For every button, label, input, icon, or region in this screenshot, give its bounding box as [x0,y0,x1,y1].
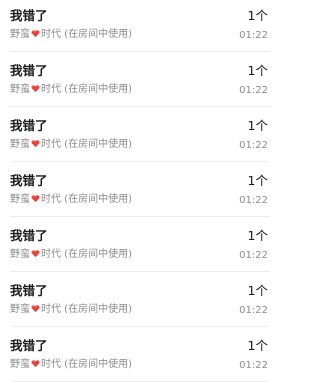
item-subtitle: 野蛮 时代 (在房间中使用) [10,359,132,371]
item-title: 我错了 [10,8,48,23]
item-name-suffix: 时代 (在房间中使用) [41,194,132,205]
item-name-suffix: 时代 (在房间中使用) [41,304,132,315]
item-time: 01:22 [239,360,268,371]
list-item[interactable]: 我错了 1个 野蛮 时代 (在房间中使用) 01:22 [0,52,270,107]
item-name-prefix: 野蛮 [10,249,30,260]
item-name-suffix: 时代 (在房间中使用) [41,359,132,370]
item-title: 我错了 [10,173,48,188]
item-count: 1个 [247,8,268,23]
list-item[interactable]: 我错了 1个 野蛮 时代 (在房间中使用) 01:22 [0,217,270,272]
item-name-suffix: 时代 (在房间中使用) [41,29,132,40]
heart-icon [31,85,40,93]
item-count: 1个 [247,338,268,353]
item-name-prefix: 野蛮 [10,359,30,370]
item-name-suffix: 时代 (在房间中使用) [41,249,132,260]
item-name-suffix: 时代 (在房间中使用) [41,84,132,95]
item-title: 我错了 [10,338,48,353]
item-subtitle: 野蛮 时代 (在房间中使用) [10,249,132,261]
item-time: 01:22 [239,195,268,206]
item-count: 1个 [247,228,268,243]
list-item[interactable]: 我错了 1个 野蛮 时代 (在房间中使用) 01:22 [0,327,270,382]
item-name-prefix: 野蛮 [10,139,30,150]
item-name-prefix: 野蛮 [10,29,30,40]
heart-icon [31,195,40,203]
item-title: 我错了 [10,283,48,298]
item-subtitle: 野蛮 时代 (在房间中使用) [10,194,132,206]
item-name-suffix: 时代 (在房间中使用) [41,139,132,150]
item-title: 我错了 [10,63,48,78]
item-count: 1个 [247,173,268,188]
item-subtitle: 野蛮 时代 (在房间中使用) [10,139,132,151]
list-item[interactable]: 我错了 1个 野蛮 时代 (在房间中使用) 01:22 [0,107,270,162]
heart-icon [31,305,40,313]
item-count: 1个 [247,283,268,298]
item-time: 01:22 [239,305,268,316]
list-item[interactable]: 我错了 1个 野蛮 时代 (在房间中使用) 01:22 [0,272,270,327]
heart-icon [31,360,40,368]
list-item[interactable]: 我错了 1个 野蛮 时代 (在房间中使用) 01:22 [0,162,270,217]
item-title: 我错了 [10,228,48,243]
item-name-prefix: 野蛮 [10,304,30,315]
heart-icon [31,30,40,38]
item-subtitle: 野蛮 时代 (在房间中使用) [10,304,132,316]
item-count: 1个 [247,63,268,78]
item-time: 01:22 [239,140,268,151]
item-time: 01:22 [239,30,268,41]
item-title: 我错了 [10,118,48,133]
item-name-prefix: 野蛮 [10,84,30,95]
item-name-prefix: 野蛮 [10,194,30,205]
item-subtitle: 野蛮 时代 (在房间中使用) [10,29,132,41]
item-time: 01:22 [239,250,268,261]
heart-icon [31,250,40,258]
heart-icon [31,140,40,148]
item-count: 1个 [247,118,268,133]
item-time: 01:22 [239,85,268,96]
item-subtitle: 野蛮 时代 (在房间中使用) [10,84,132,96]
list-item[interactable]: 我错了 1个 野蛮 时代 (在房间中使用) 01:22 [0,0,270,52]
record-list: 我错了 1个 野蛮 时代 (在房间中使用) 01:22 我错了 1个 野蛮 时代 (… [0,0,270,382]
